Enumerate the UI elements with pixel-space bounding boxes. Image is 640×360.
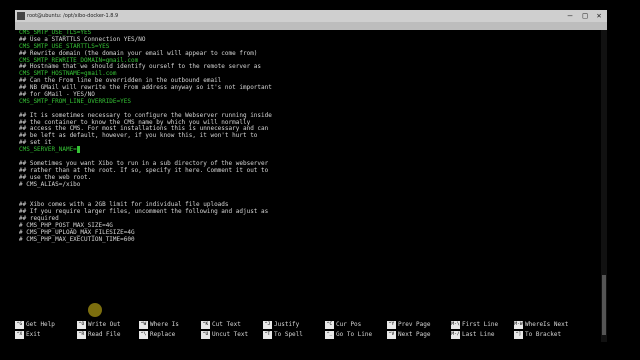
shortcut-label: To Bracket xyxy=(525,331,562,338)
shortcut-label: Replace xyxy=(150,331,176,338)
shortcut-item[interactable]: ^R Read File xyxy=(77,330,137,340)
shortcut-key: ^C xyxy=(325,321,334,329)
shortcut-label: To Spell xyxy=(274,331,303,338)
shortcut-key: ^_ xyxy=(325,331,334,339)
shortcut-label: Cut Text xyxy=(212,321,241,328)
shortcut-key: ^W xyxy=(139,321,148,329)
line-text: # CMS_ALIAS=/xibo xyxy=(19,180,81,188)
shortcut-item[interactable]: ^X Exit xyxy=(15,330,75,340)
shortcut-item[interactable]: ^T To Spell xyxy=(263,330,323,340)
shortcut-label: Last Line xyxy=(462,331,495,338)
editor-line[interactable]: # CMS_ALIAS=/xibo xyxy=(15,180,600,189)
shortcut-key: M-W xyxy=(514,321,523,329)
shortcut-label: Justify xyxy=(274,321,300,328)
editor-line[interactable]: ## If you require larger files, uncommen… xyxy=(15,208,600,216)
shortcut-item[interactable]: ^O Write Out xyxy=(77,320,137,330)
shortcut-key: ^V xyxy=(387,331,396,339)
maximize-icon[interactable]: □ xyxy=(578,10,592,22)
editor-line[interactable]: ## NB GMail will rewrite the From addres… xyxy=(15,84,600,92)
shortcut-key: ^T xyxy=(263,331,272,339)
shortcut-item[interactable]: ^V Next Page xyxy=(387,330,447,340)
window-title: root@ubuntu: /opt/xibo-docker-1.8.9 xyxy=(27,13,119,19)
shortcut-label: WhereIs Next xyxy=(525,321,569,328)
editor-line[interactable]: ## set it xyxy=(15,139,600,147)
shortcut-label: Exit xyxy=(26,331,41,338)
shortcut-label: Next Page xyxy=(398,331,431,338)
shortcut-item[interactable]: ^C Cur Pos xyxy=(325,320,385,330)
shortcut-item[interactable]: ^_ Go To Line xyxy=(325,330,385,340)
shortcut-label: Read File xyxy=(88,331,121,338)
shortcut-item[interactable]: M-\ First Line xyxy=(451,320,511,330)
shortcut-key: M-\ xyxy=(451,321,460,329)
shortcut-label: Cur Pos xyxy=(336,321,362,328)
shortcut-label: Go To Line xyxy=(336,331,373,338)
close-icon[interactable]: ✕ xyxy=(592,10,606,22)
shortcut-item[interactable]: ^J Justify xyxy=(263,320,323,330)
shortcut-key: ^G xyxy=(15,321,24,329)
shortcut-label: First Line xyxy=(462,321,499,328)
editor-line[interactable]: CMS_SMTP_FROM_LINE_OVERRIDE=YES xyxy=(15,97,600,106)
shortcut-key: ^Y xyxy=(387,321,396,329)
nano-header: GNU nano 2.5.3 File: config.env Modified xyxy=(15,22,607,54)
line-text: CMS_SERVER_NAME= xyxy=(19,146,77,154)
terminal-window: root@ubuntu: /opt/xibo-docker-1.8.9 – □ … xyxy=(15,10,607,343)
shortcut-item[interactable]: M-W WhereIs Next xyxy=(514,320,574,330)
shortcut-item[interactable]: M-/Last Line xyxy=(451,330,511,340)
shortcut-label: Get Help xyxy=(26,321,55,328)
mouse-pointer-highlight xyxy=(88,303,102,317)
editor-text-area[interactable]: CMS_SMTP_USE_TLS=YES ## Use a STARTTLS Co… xyxy=(15,30,600,320)
shortcut-label: Prev Page xyxy=(398,321,431,328)
line-text: # CMS_PHP_MAX_EXECUTION_TIME=600 xyxy=(19,235,135,243)
shortcut-item[interactable]: ^G Get Help xyxy=(15,320,75,330)
editor-line[interactable]: # CMS_PHP_MAX_EXECUTION_TIME=600 xyxy=(15,235,600,244)
line-text: CMS_SMTP_FROM_LINE_OVERRIDE=YES xyxy=(19,97,131,105)
shortcut-key: ^U xyxy=(201,331,210,339)
minimize-icon[interactable]: – xyxy=(563,10,577,22)
window-titlebar: root@ubuntu: /opt/xibo-docker-1.8.9 – □ … xyxy=(15,10,607,22)
shortcut-item[interactable]: ^K Cut Text xyxy=(201,320,261,330)
editor-line[interactable]: ## rather than at the root. If so, speci… xyxy=(15,167,600,175)
shortcut-label: Where Is xyxy=(150,321,179,328)
shortcut-key: ^\ xyxy=(139,331,148,339)
editor-line[interactable]: ## be left as default, however, if you k… xyxy=(15,132,600,140)
shortcut-item[interactable]: ^W Where Is xyxy=(139,320,199,330)
shortcut-help-bar: ^G Get Help ^X Exit ^O Write Out ^R Read File ^W… xyxy=(15,318,600,342)
line-text: ## be left as default, however, if you k… xyxy=(19,132,258,140)
shortcut-key: ^O xyxy=(77,321,86,329)
scrollbar[interactable] xyxy=(601,30,607,342)
terminal-icon xyxy=(17,12,25,20)
scrollbar-thumb[interactable] xyxy=(602,275,606,335)
shortcut-label: Write Out xyxy=(88,321,121,328)
shortcut-key: ^] xyxy=(514,331,523,339)
shortcut-key: M-/ xyxy=(451,331,460,339)
shortcut-key: ^R xyxy=(77,331,86,339)
shortcut-item[interactable]: ^] To Bracket xyxy=(514,330,574,340)
editor-line[interactable] xyxy=(15,188,600,195)
editor-line[interactable]: CMS_SERVER_NAME= xyxy=(15,146,600,154)
shortcut-label: Uncut Text xyxy=(212,331,249,338)
shortcut-item[interactable]: ^Y Prev Page xyxy=(387,320,447,330)
shortcut-item[interactable]: ^\ Replace xyxy=(139,330,199,340)
editor-line[interactable]: ## use the web root. xyxy=(15,174,600,182)
shortcut-item[interactable]: ^U Uncut Text xyxy=(201,330,261,340)
text-cursor xyxy=(76,146,81,154)
shortcut-key: ^K xyxy=(201,321,210,329)
shortcut-key: ^J xyxy=(263,321,272,329)
shortcut-key: ^X xyxy=(15,331,24,339)
